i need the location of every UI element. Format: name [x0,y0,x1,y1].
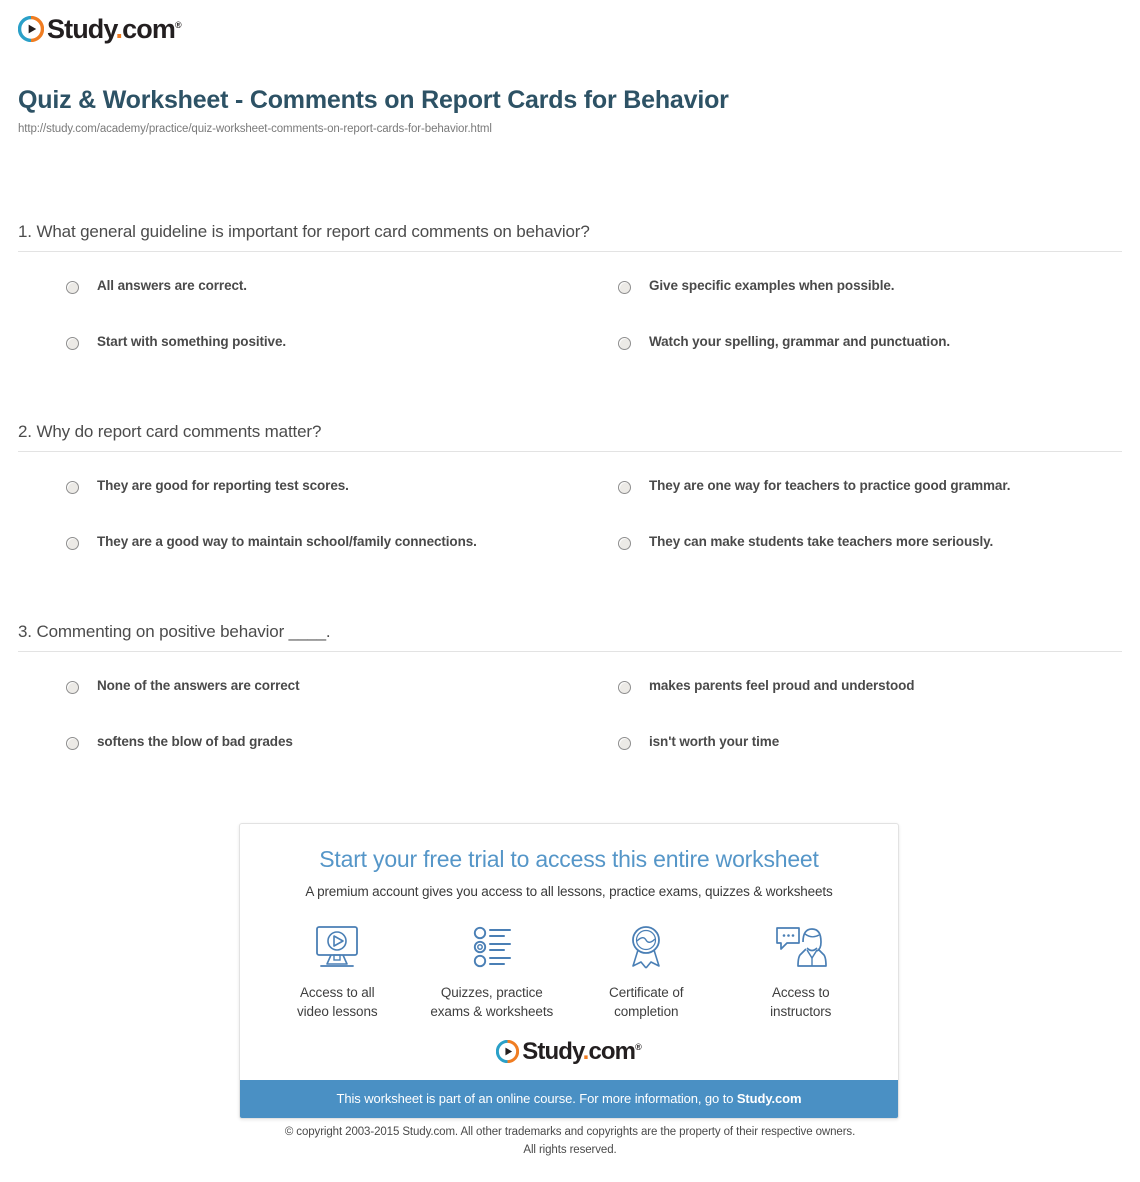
copyright-line-1: © copyright 2003-2015 Study.com. All oth… [284,1126,856,1138]
answer-option[interactable]: All answers are correct. [18,278,570,334]
feature-label-line1: Access to all [300,984,375,1000]
feature-label-line2: instructors [770,1004,832,1020]
copyright-footer: © copyright 2003-2015 Study.com. All oth… [0,1124,1140,1160]
site-logo-promo[interactable]: Study.com® [260,1037,878,1065]
question-text: 3. Commenting on positive behavior ____. [18,622,331,641]
award-ribbon-icon [569,921,724,973]
feature-video-lessons: Access to all video lessons [260,921,415,1022]
answer-option[interactable]: softens the blow of bad grades [18,734,570,790]
promo-features: Access to all video lessons Quizzes, pra… [260,921,878,1022]
answer-option[interactable]: makes parents feel proud and understood [570,678,1122,734]
promo-title[interactable]: Start your free trial to access this ent… [260,846,878,874]
copyright-line-2: All rights reserved. [523,1143,617,1156]
answer-label: Give specific examples when possible. [649,278,895,293]
radio-button-icon[interactable] [618,281,631,294]
radio-button-icon[interactable] [66,681,79,694]
radio-button-icon[interactable] [66,737,79,750]
feature-label: Access to instructors [724,983,879,1022]
site-logo-header[interactable]: Study.com® [18,12,182,46]
answer-option[interactable]: isn't worth your time [570,734,1122,790]
feature-instructors: Access to instructors [724,921,879,1022]
promo-banner-text: This worksheet is part of an online cour… [336,1090,737,1106]
promo-subtitle: A premium account gives you access to al… [305,883,833,899]
question-text: 1. What general guideline is important f… [18,222,590,241]
logo-word-com: com [122,13,176,44]
title-block: Quiz & Worksheet - Comments on Report Ca… [18,84,778,135]
answer-label: Watch your spelling, grammar and punctua… [649,334,951,349]
page-title: Quiz & Worksheet - Comments on Report Ca… [18,86,729,114]
logo-wordmark: Study.com® [522,1037,642,1065]
answer-option[interactable]: Watch your spelling, grammar and punctua… [570,334,1122,390]
answer-label: Start with something positive. [97,334,287,349]
answer-label: They can make students take teachers mor… [649,534,994,549]
page-url: http://study.com/academy/practice/quiz-w… [18,123,492,135]
checklist-icon [415,921,570,973]
logo-word-study: Study [47,13,116,44]
answer-label: They are good for reporting test scores. [97,478,349,493]
answer-option[interactable]: None of the answers are correct [18,678,570,734]
feature-label: Access to all video lessons [260,983,415,1022]
feature-label-line2: completion [614,1004,679,1020]
answer-label: isn't worth your time [649,734,780,749]
feature-quizzes: Quizzes, practice exams & worksheets [415,921,570,1022]
answer-options: All answers are correct. Give specific e… [18,252,1122,390]
instructor-chat-icon [724,921,879,973]
answer-label: softens the blow of bad grades [97,734,293,749]
questions-list: 1. What general guideline is important f… [18,222,1122,790]
promo-content: Start your free trial to access this ent… [240,824,898,1064]
feature-certificate: Certificate of completion [569,921,724,1022]
answer-option[interactable]: They are a good way to maintain school/f… [18,534,570,590]
question-block: 1. What general guideline is important f… [18,222,1122,390]
answer-label: None of the answers are correct [97,678,300,693]
radio-button-icon[interactable] [66,281,79,294]
promo-banner[interactable]: This worksheet is part of an online cour… [240,1079,898,1118]
feature-label-line2: exams & worksheets [430,1004,554,1020]
radio-button-icon[interactable] [66,337,79,350]
answer-option[interactable]: Start with something positive. [18,334,570,390]
logo-wordmark: Study.com® [47,13,182,44]
question-block: 3. Commenting on positive behavior ____.… [18,622,1122,790]
play-circle-icon [496,1040,520,1064]
question-block: 2. Why do report card comments matter? T… [18,422,1122,590]
answer-option[interactable]: They are one way for teachers to practic… [570,478,1122,534]
feature-label-line1: Access to [771,984,830,1000]
radio-button-icon[interactable] [618,737,631,750]
answer-label: All answers are correct. [97,278,247,293]
radio-button-icon[interactable] [66,481,79,494]
feature-label-line2: video lessons [297,1004,378,1020]
radio-button-icon[interactable] [618,681,631,694]
radio-button-icon[interactable] [618,337,631,350]
answer-label: They are a good way to maintain school/f… [97,534,477,549]
answer-options: None of the answers are correct makes pa… [18,652,1122,790]
radio-button-icon[interactable] [618,537,631,550]
logo-trademark: ® [635,1041,642,1052]
answer-option[interactable]: Give specific examples when possible. [570,278,1122,334]
feature-label-line1: Certificate of [609,984,684,1000]
question-text: 2. Why do report card comments matter? [18,422,322,441]
answer-option[interactable]: They are good for reporting test scores. [18,478,570,534]
radio-button-icon[interactable] [66,537,79,550]
feature-label: Certificate of completion [569,983,724,1022]
answer-label: makes parents feel proud and understood [649,678,915,693]
logo-word-study: Study [522,1037,583,1065]
logo-word-com: com [588,1037,636,1065]
logo-trademark: ® [174,19,182,30]
answer-label: They are one way for teachers to practic… [649,478,1011,493]
feature-label-line1: Quizzes, practice [440,984,543,1000]
radio-button-icon[interactable] [618,481,631,494]
promo-banner-link[interactable]: Study.com [737,1091,802,1106]
feature-label: Quizzes, practice exams & worksheets [415,983,570,1022]
play-circle-icon [18,16,44,42]
monitor-play-icon [260,921,415,973]
answer-options: They are good for reporting test scores.… [18,452,1122,590]
free-trial-promo-card: Start your free trial to access this ent… [239,823,899,1119]
answer-option[interactable]: They can make students take teachers mor… [570,534,1122,590]
